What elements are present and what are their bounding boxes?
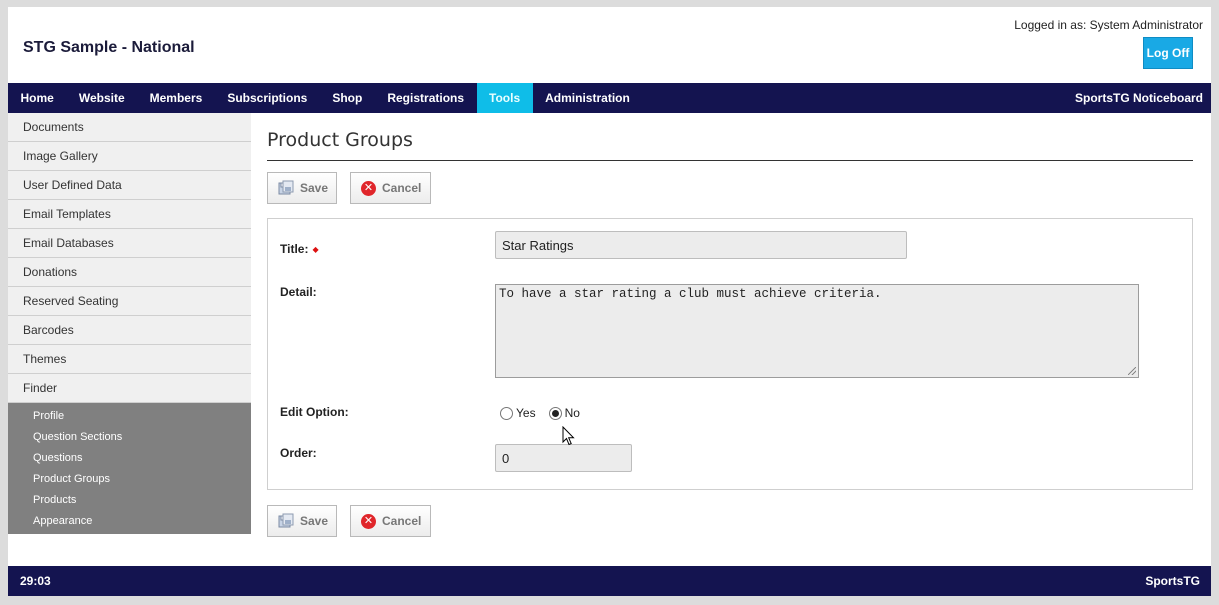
cancel-button-top[interactable]: ✕ Cancel	[350, 172, 431, 204]
submenu-item-profile[interactable]: Profile	[8, 405, 251, 426]
detail-text: To have a star rating a club must achiev…	[499, 287, 882, 301]
nav-item-noticeboard[interactable]: SportsTG Noticeboard	[1075, 83, 1203, 113]
resize-grip-icon[interactable]	[1128, 367, 1136, 375]
title-input[interactable]: Star Ratings	[495, 231, 907, 259]
edit-option-label: Edit Option:	[280, 405, 349, 419]
nav-item-tools[interactable]: Tools	[476, 83, 533, 113]
sidebar-item-reserved-seating[interactable]: Reserved Seating	[8, 287, 251, 316]
submenu-item-products[interactable]: Products	[8, 489, 251, 510]
logoff-button[interactable]: Log Off	[1143, 37, 1193, 69]
nav-item-subscriptions[interactable]: Subscriptions	[215, 83, 320, 113]
edit-option-no-label[interactable]: No	[565, 406, 580, 420]
save-disk-icon	[278, 180, 294, 196]
sidebar-item-donations[interactable]: Donations	[8, 258, 251, 287]
edit-option-yes-label[interactable]: Yes	[516, 406, 536, 420]
edit-option-yes-radio[interactable]	[500, 406, 513, 420]
cancel-circle-icon: ✕	[361, 180, 376, 196]
submenu-item-question-sections[interactable]: Question Sections	[8, 426, 251, 447]
save-button-bottom[interactable]: Save	[267, 505, 337, 537]
submenu-item-product-groups[interactable]: Product Groups	[8, 468, 251, 489]
sidebar: Documents Image Gallery User Defined Dat…	[8, 113, 251, 534]
detail-label: Detail:	[280, 285, 317, 299]
title-label: Title: ◆	[280, 242, 319, 256]
page-frame: STG Sample - National Logged in as: Syst…	[8, 7, 1211, 596]
title-divider	[267, 160, 1193, 161]
sidebar-item-themes[interactable]: Themes	[8, 345, 251, 374]
submenu-item-questions[interactable]: Questions	[8, 447, 251, 468]
mouse-pointer-icon	[562, 425, 576, 449]
required-marker: ◆	[312, 245, 319, 254]
nav-item-administration[interactable]: Administration	[533, 83, 643, 113]
footer-brand: SportsTG	[1145, 574, 1200, 588]
main-nav: Home Website Members Subscriptions Shop …	[8, 83, 1211, 113]
edit-option-radio-group: Yes No	[500, 406, 593, 420]
sidebar-item-user-defined-data[interactable]: User Defined Data	[8, 171, 251, 200]
footer-session-timer: 29:03	[20, 574, 51, 588]
cancel-button-label: Cancel	[382, 181, 422, 195]
logged-in-text: Logged in as: System Administrator	[1014, 18, 1203, 32]
cancel-button-label: Cancel	[382, 514, 422, 528]
save-button-label: Save	[300, 514, 329, 528]
nav-item-home[interactable]: Home	[8, 83, 66, 113]
product-group-form: Title: ◆ Star Ratings Detail: To have a s…	[267, 218, 1193, 490]
cancel-circle-icon: ✕	[361, 513, 376, 529]
sidebar-item-email-databases[interactable]: Email Databases	[8, 229, 251, 258]
submenu-item-appearance[interactable]: Appearance	[8, 510, 251, 531]
sidebar-item-email-templates[interactable]: Email Templates	[8, 200, 251, 229]
save-button-top[interactable]: Save	[267, 172, 337, 204]
edit-option-no-radio[interactable]	[548, 406, 562, 420]
order-label: Order:	[280, 446, 317, 460]
sidebar-item-image-gallery[interactable]: Image Gallery	[8, 142, 251, 171]
nav-item-registrations[interactable]: Registrations	[375, 83, 477, 113]
cancel-button-bottom[interactable]: ✕ Cancel	[350, 505, 431, 537]
page-title: Product Groups	[267, 129, 413, 151]
nav-item-website[interactable]: Website	[66, 83, 137, 113]
sidebar-item-finder[interactable]: Finder	[8, 374, 251, 403]
footer: 29:03 SportsTG	[8, 566, 1211, 596]
save-disk-icon	[278, 513, 294, 529]
finder-submenu: Profile Question Sections Questions Prod…	[8, 403, 251, 534]
save-button-label: Save	[300, 181, 329, 195]
nav-item-shop[interactable]: Shop	[320, 83, 375, 113]
sidebar-item-barcodes[interactable]: Barcodes	[8, 316, 251, 345]
detail-textarea[interactable]: To have a star rating a club must achiev…	[495, 284, 1139, 378]
site-title: STG Sample - National	[23, 39, 195, 56]
nav-item-members[interactable]: Members	[137, 83, 215, 113]
sidebar-item-documents[interactable]: Documents	[8, 113, 251, 142]
